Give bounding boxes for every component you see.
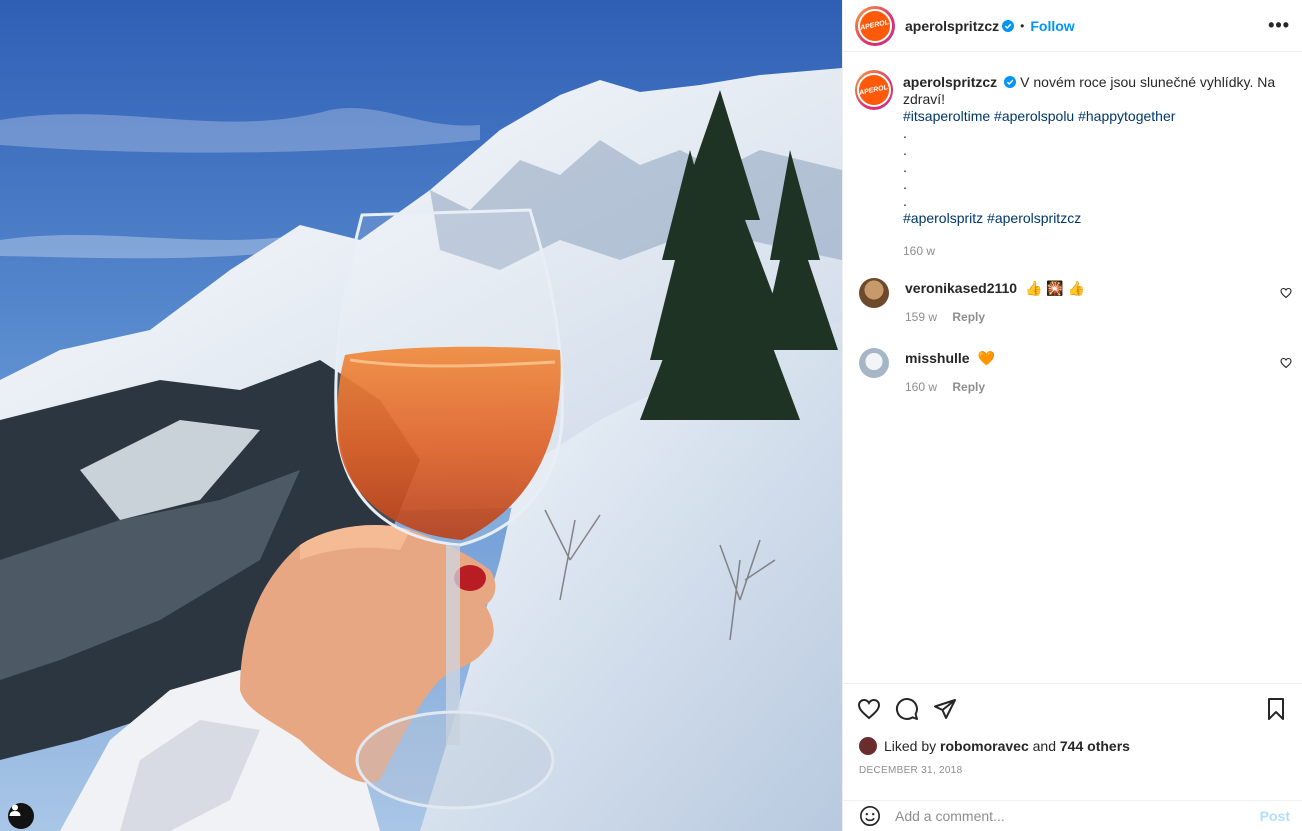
comment-item: veronikased2110 👍 🎇 👍 159 w Reply: [843, 278, 1302, 326]
caption-dot: .: [903, 193, 907, 209]
add-comment-bar: Post: [843, 800, 1302, 831]
hashtag[interactable]: #aperolspritz: [903, 210, 983, 226]
like-comment-heart-icon[interactable]: [1280, 357, 1292, 369]
caption-dot: .: [903, 125, 907, 141]
post-date[interactable]: DECEMBER 31, 2018: [859, 765, 962, 776]
comment-timestamp[interactable]: 159 w: [905, 310, 937, 324]
emoji-picker-icon[interactable]: [859, 805, 881, 827]
likes-and: and: [1032, 738, 1056, 754]
likes-count-link[interactable]: 744 others: [1060, 738, 1130, 754]
comment-text: 👍 🎇 👍: [1024, 280, 1086, 296]
commenter-username[interactable]: veronikased2110: [905, 280, 1017, 296]
post-action-bar: [843, 683, 1302, 733]
hashtag[interactable]: #aperolspolu: [994, 108, 1074, 124]
photo-scene: [0, 0, 842, 831]
likes-prefix: Liked by: [884, 738, 937, 754]
more-options-icon[interactable]: •••: [1268, 15, 1290, 36]
caption-dot: .: [903, 176, 907, 192]
caption-avatar[interactable]: APEROL: [855, 70, 893, 110]
verified-badge-icon: [1002, 19, 1015, 32]
reply-button[interactable]: Reply: [952, 380, 985, 394]
caption-dot: .: [903, 142, 907, 158]
hashtags-line-2: #aperolspritz #aperolspritzcz: [903, 210, 1290, 227]
commenter-username[interactable]: misshulle: [905, 350, 970, 366]
hashtag[interactable]: #aperolspritzcz: [987, 210, 1081, 226]
commenter-avatar[interactable]: [859, 348, 889, 378]
share-send-icon[interactable]: [933, 697, 957, 721]
author-avatar[interactable]: APEROL: [855, 5, 895, 46]
caption-username[interactable]: aperolspritzcz: [903, 74, 997, 90]
comment-bubble-icon[interactable]: [895, 697, 919, 721]
like-heart-icon[interactable]: [857, 697, 881, 721]
verified-badge-icon: [1004, 76, 1017, 88]
like-comment-heart-icon[interactable]: [1280, 287, 1292, 299]
post-photo[interactable]: [0, 0, 842, 831]
likes-summary: Liked by robomoravec and 744 others: [859, 737, 1130, 755]
comment-timestamp[interactable]: 160 w: [905, 380, 937, 394]
post-comment-button[interactable]: Post: [1260, 808, 1290, 824]
comment-text: 🧡: [977, 350, 995, 366]
tagged-users-button[interactable]: [8, 803, 34, 829]
save-bookmark-icon[interactable]: [1264, 697, 1288, 721]
hashtags-line-1: #itsaperoltime #aperolspolu #happytogeth…: [903, 108, 1290, 125]
follow-button[interactable]: Follow: [1030, 18, 1074, 34]
avatar-logo-text: APEROL: [858, 83, 889, 97]
post-side-panel: APEROL aperolspritzcz • Follow ••• APERO…: [842, 0, 1302, 831]
caption-timestamp[interactable]: 160 w: [903, 243, 1290, 260]
comment-item: misshulle 🧡 160 w Reply: [843, 348, 1302, 396]
hashtag[interactable]: #itsaperoltime: [903, 108, 990, 124]
author-username[interactable]: aperolspritzcz: [905, 18, 999, 34]
hashtag[interactable]: #happytogether: [1078, 108, 1175, 124]
caption: APEROL aperolspritzcz V novém roce jsou s…: [843, 52, 1302, 260]
comment-input[interactable]: [895, 808, 1260, 824]
commenter-avatar[interactable]: [859, 278, 889, 308]
post-header: APEROL aperolspritzcz • Follow •••: [843, 0, 1302, 52]
reply-button[interactable]: Reply: [952, 310, 985, 324]
liker-username[interactable]: robomoravec: [940, 738, 1029, 754]
user-tag-icon: [9, 804, 21, 816]
liker-avatar[interactable]: [859, 737, 877, 755]
avatar-logo-text: APEROL: [859, 19, 890, 32]
instagram-post: APEROL aperolspritzcz • Follow ••• APERO…: [0, 0, 1302, 831]
caption-dot: .: [903, 159, 907, 175]
header-separator: •: [1020, 18, 1025, 33]
